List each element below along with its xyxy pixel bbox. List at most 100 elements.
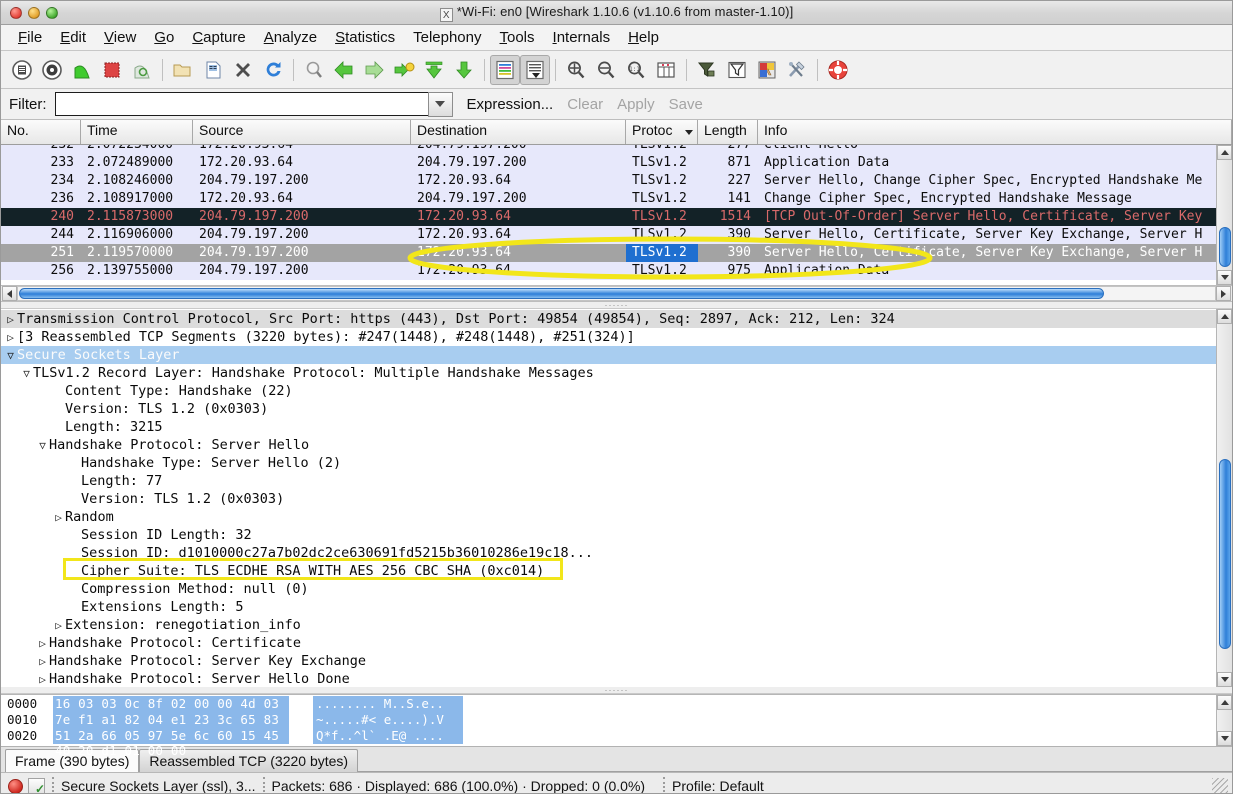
packet-list-horizontal-scrollbar[interactable] bbox=[1, 285, 1232, 302]
menu-statistics[interactable]: Statistics bbox=[326, 27, 404, 48]
zoom-out-icon[interactable] bbox=[591, 55, 621, 85]
column-header-info[interactable]: Info bbox=[758, 120, 1232, 144]
table-row[interactable]: 2362.108917000172.20.93.64204.79.197.200… bbox=[1, 190, 1232, 208]
pane-splitter-top[interactable]: ······ bbox=[1, 302, 1232, 309]
table-row[interactable]: 2512.119570000204.79.197.200172.20.93.64… bbox=[1, 244, 1232, 262]
scroll-right-button[interactable] bbox=[1216, 286, 1231, 301]
hex-dump[interactable]: 000016 03 03 0c 8f 02 00 00 4d 03 03 53 … bbox=[1, 695, 1232, 744]
scroll-up-button[interactable] bbox=[1217, 695, 1232, 710]
detail-tree-row[interactable]: Version: TLS 1.2 (0x0303) bbox=[1, 400, 1232, 418]
detail-tree-row[interactable]: Secure Sockets Layer bbox=[1, 346, 1232, 364]
packet-detail-tree[interactable]: Transmission Control Protocol, Src Port:… bbox=[1, 309, 1232, 687]
menu-file[interactable]: File bbox=[9, 27, 51, 48]
detail-tree-row[interactable]: TLSv1.2 Record Layer: Handshake Protocol… bbox=[1, 364, 1232, 382]
zoom-in-icon[interactable] bbox=[561, 55, 591, 85]
twisty-collapsed-icon[interactable] bbox=[36, 655, 49, 668]
twisty-expanded-icon[interactable] bbox=[4, 349, 17, 362]
table-row[interactable]: 2442.116906000204.79.197.200172.20.93.64… bbox=[1, 226, 1232, 244]
hex-dump-row[interactable]: 00107e f1 a1 82 04 e1 23 3c 65 83 c5 01 … bbox=[1, 712, 1232, 728]
twisty-collapsed-icon[interactable] bbox=[4, 331, 17, 344]
detail-tree-row[interactable]: Transmission Control Protocol, Src Port:… bbox=[1, 310, 1232, 328]
resize-columns-icon[interactable] bbox=[651, 55, 681, 85]
packet-list-vertical-scrollbar[interactable] bbox=[1216, 145, 1232, 285]
menu-edit[interactable]: Edit bbox=[51, 27, 95, 48]
table-row[interactable]: 2562.139755000204.79.197.200172.20.93.64… bbox=[1, 262, 1232, 280]
table-row[interactable]: 2402.115873000204.79.197.200172.20.93.64… bbox=[1, 208, 1232, 226]
scroll-left-button[interactable] bbox=[2, 286, 17, 301]
go-to-packet-icon[interactable] bbox=[389, 55, 419, 85]
go-first-packet-icon[interactable] bbox=[419, 55, 449, 85]
detail-tree-row[interactable]: Compression Method: null (0) bbox=[1, 580, 1232, 598]
menu-help[interactable]: Help bbox=[619, 27, 668, 48]
go-forward-icon[interactable] bbox=[359, 55, 389, 85]
help-icon[interactable] bbox=[823, 55, 853, 85]
column-header-protocol[interactable]: Protoc bbox=[626, 120, 698, 144]
detail-tree-row[interactable]: Handshake Type: Server Hello (2) bbox=[1, 454, 1232, 472]
scroll-up-button[interactable] bbox=[1217, 309, 1232, 324]
detail-tree-row[interactable]: Session ID: d1010000c27a7b02dc2ce630691f… bbox=[1, 544, 1232, 562]
column-header-destination[interactable]: Destination bbox=[411, 120, 626, 144]
detail-tree-row[interactable]: Cipher Suite: TLS_ECDHE_RSA_WITH_AES_256… bbox=[1, 562, 1232, 580]
status-profile[interactable]: Profile: Default bbox=[672, 778, 1212, 794]
table-row[interactable]: 2332.072489000172.20.93.64204.79.197.200… bbox=[1, 154, 1232, 172]
detail-tree-row[interactable]: Extensions Length: 5 bbox=[1, 598, 1232, 616]
menu-view[interactable]: View bbox=[95, 27, 145, 48]
twisty-collapsed-icon[interactable] bbox=[4, 313, 17, 326]
detail-tree-row[interactable]: Length: 3215 bbox=[1, 418, 1232, 436]
menu-go[interactable]: Go bbox=[145, 27, 183, 48]
detail-tree-row[interactable]: Version: TLS 1.2 (0x0303) bbox=[1, 490, 1232, 508]
detail-tree-row[interactable]: Handshake Protocol: Server Hello bbox=[1, 436, 1232, 454]
column-header-time[interactable]: Time bbox=[81, 120, 193, 144]
open-file-icon[interactable] bbox=[168, 55, 198, 85]
menu-telephony[interactable]: Telephony bbox=[404, 27, 490, 48]
capture-file-properties-icon[interactable] bbox=[28, 778, 45, 794]
twisty-expanded-icon[interactable] bbox=[20, 367, 33, 380]
detail-tree-row[interactable]: Extension: renegotiation_info bbox=[1, 616, 1232, 634]
scroll-down-button[interactable] bbox=[1217, 672, 1232, 687]
filter-history-dropdown-button[interactable] bbox=[428, 92, 453, 117]
scroll-thumb[interactable] bbox=[1219, 227, 1231, 267]
detail-tree-row[interactable]: Length: 77 bbox=[1, 472, 1232, 490]
display-filters-icon[interactable] bbox=[722, 55, 752, 85]
menu-internals[interactable]: Internals bbox=[544, 27, 620, 48]
column-header-length[interactable]: Length bbox=[698, 120, 758, 144]
auto-scroll-icon[interactable] bbox=[520, 55, 550, 85]
detail-tree-row[interactable]: Session ID Length: 32 bbox=[1, 526, 1232, 544]
detail-tree-row[interactable]: [3 Reassembled TCP Segments (3220 bytes)… bbox=[1, 328, 1232, 346]
list-interfaces-icon[interactable] bbox=[7, 55, 37, 85]
zoom-reset-icon[interactable]: 1:1 bbox=[621, 55, 651, 85]
preferences-icon[interactable] bbox=[782, 55, 812, 85]
capture-filters-icon[interactable] bbox=[692, 55, 722, 85]
detail-tree-row[interactable]: Random bbox=[1, 508, 1232, 526]
table-row[interactable]: 2342.108246000204.79.197.200172.20.93.64… bbox=[1, 172, 1232, 190]
go-last-packet-icon[interactable] bbox=[449, 55, 479, 85]
window-resize-grip[interactable] bbox=[1212, 778, 1228, 794]
menu-analyze[interactable]: Analyze bbox=[255, 27, 326, 48]
reload-icon[interactable] bbox=[258, 55, 288, 85]
table-row[interactable]: 2322.072234000172.20.93.64204.79.197.200… bbox=[1, 145, 1232, 154]
restart-capture-icon[interactable] bbox=[127, 55, 157, 85]
hex-dump-row[interactable]: 000016 03 03 0c 8f 02 00 00 4d 03 03 53 … bbox=[1, 696, 1232, 712]
packet-detail-vertical-scrollbar[interactable] bbox=[1216, 309, 1232, 687]
scroll-down-button[interactable] bbox=[1217, 270, 1232, 285]
coloring-rules-icon[interactable] bbox=[752, 55, 782, 85]
detail-tree-row[interactable]: Handshake Protocol: Certificate bbox=[1, 634, 1232, 652]
colorize-icon[interactable] bbox=[490, 55, 520, 85]
pane-splitter-bottom[interactable]: ······ bbox=[1, 687, 1232, 694]
detail-tree-row[interactable]: Handshake Protocol: Server Hello Done bbox=[1, 670, 1232, 687]
scroll-track[interactable] bbox=[17, 286, 1216, 301]
menu-capture[interactable]: Capture bbox=[183, 27, 254, 48]
expert-info-error-icon[interactable] bbox=[8, 779, 23, 794]
detail-tree-row[interactable]: Content Type: Handshake (22) bbox=[1, 382, 1232, 400]
packet-bytes-vertical-scrollbar[interactable] bbox=[1216, 695, 1232, 746]
twisty-collapsed-icon[interactable] bbox=[36, 673, 49, 686]
detail-tree-row[interactable]: Handshake Protocol: Server Key Exchange bbox=[1, 652, 1232, 670]
capture-options-icon[interactable] bbox=[37, 55, 67, 85]
twisty-expanded-icon[interactable] bbox=[36, 439, 49, 452]
filter-save-button[interactable]: Save bbox=[669, 96, 703, 113]
go-back-icon[interactable] bbox=[329, 55, 359, 85]
close-file-icon[interactable] bbox=[228, 55, 258, 85]
filter-apply-button[interactable]: Apply bbox=[617, 96, 655, 113]
filter-input[interactable] bbox=[55, 92, 429, 116]
find-packet-icon[interactable] bbox=[299, 55, 329, 85]
